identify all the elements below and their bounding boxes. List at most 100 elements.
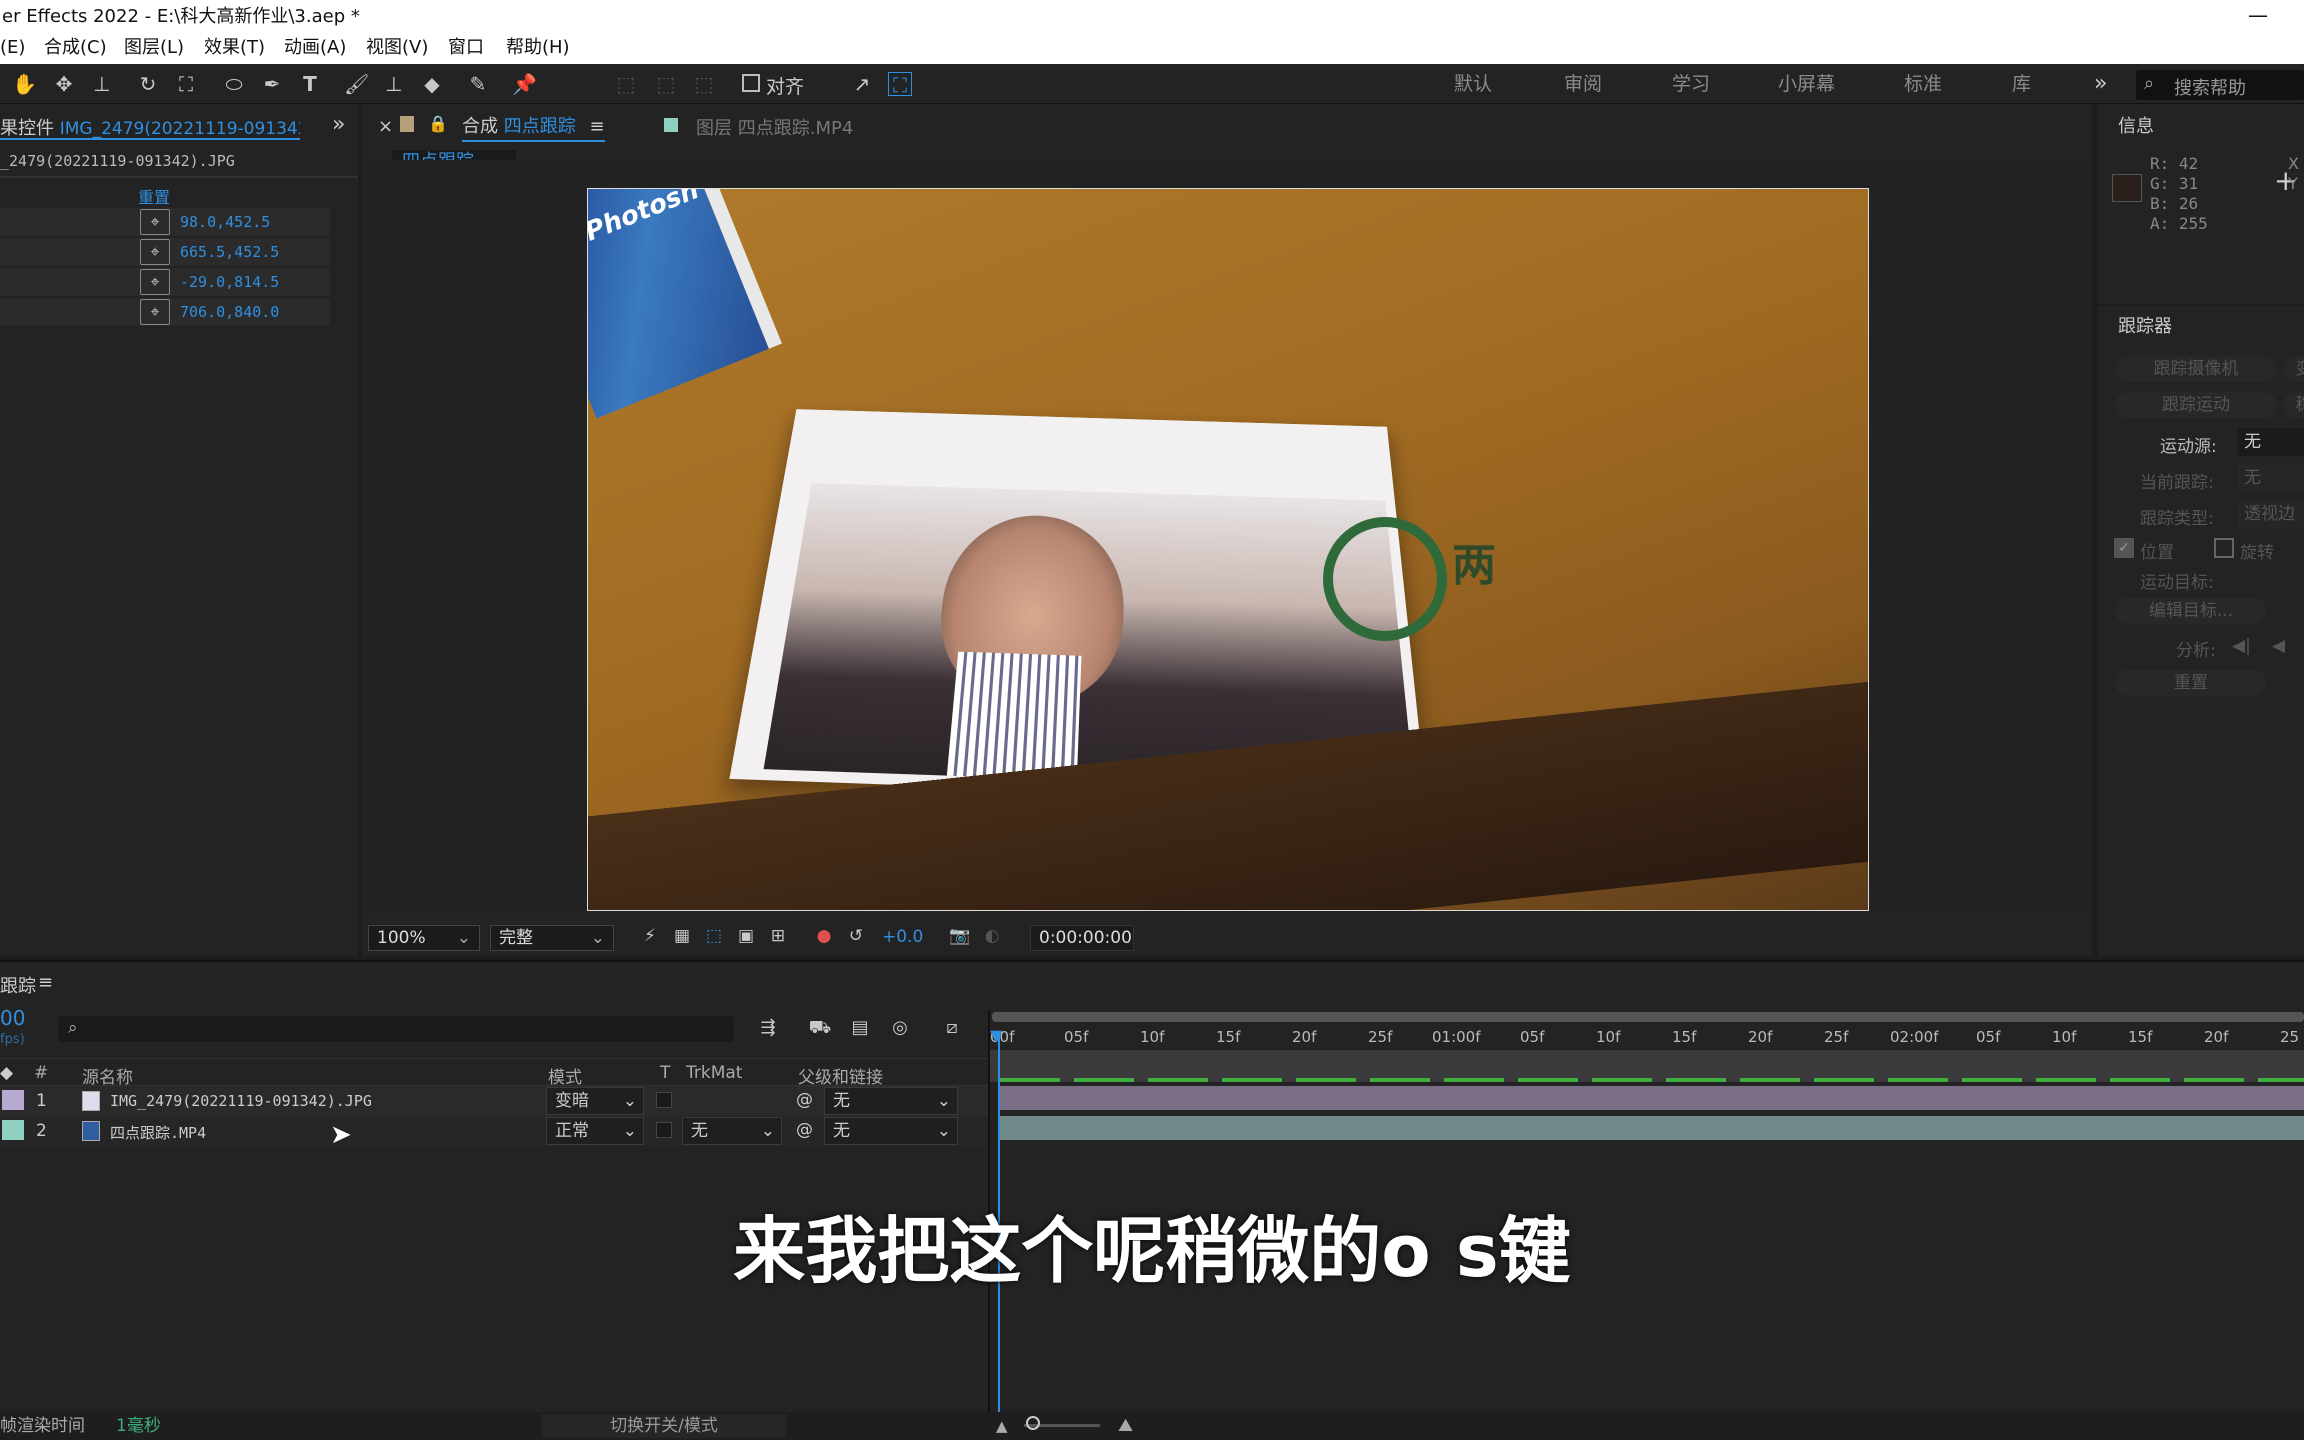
table-row[interactable]: 1 IMG_2479(20221119-091342).JPG 变暗 ⌄ @ 无 ⌄ (0, 1086, 988, 1116)
lock-icon[interactable]: 🔒 (428, 114, 448, 133)
snapshot-icon[interactable]: 📷 (948, 924, 972, 948)
camera-icon[interactable]: ⛶ (174, 72, 198, 96)
mask-visibility-icon[interactable]: ⬚ (702, 924, 726, 948)
blend-mode-dropdown[interactable]: 变暗 ⌄ (546, 1087, 644, 1115)
layer-tab[interactable]: 图层 四点跟踪.MP4 (696, 114, 853, 140)
axis-view-icon[interactable]: ⬚ (692, 72, 716, 96)
rotate-icon[interactable]: ↻ (136, 72, 160, 96)
pan-behind-icon[interactable]: ✥ (52, 72, 76, 96)
workspace-library[interactable]: 库 (2012, 64, 2031, 104)
layer-duration-bar[interactable] (1000, 1116, 2304, 1140)
preserve-transparency-toggle[interactable] (656, 1092, 672, 1108)
blend-mode-dropdown[interactable]: 正常 ⌄ (546, 1117, 644, 1145)
axis-local-icon[interactable]: ⬚ (614, 72, 638, 96)
pickwhip-icon[interactable]: @ (796, 1120, 813, 1140)
crosshair-icon[interactable]: ⌖ (140, 269, 170, 295)
parent-dropdown[interactable]: 无 ⌄ (824, 1117, 958, 1145)
workspace-default[interactable]: 默认 (1454, 64, 1492, 104)
region-of-interest-icon[interactable]: ▣ (734, 924, 758, 948)
stabilize-motion-button[interactable]: 稳 (2284, 392, 2304, 418)
corner-value[interactable]: -29.0,814.5 (180, 273, 279, 291)
menu-composition[interactable]: 合成(C) (44, 34, 107, 62)
rotation-checkbox[interactable] (2214, 538, 2234, 558)
layer-color-label[interactable] (2, 1120, 24, 1140)
layer-color-label[interactable] (2, 1090, 24, 1110)
menu-help[interactable]: 帮助(H) (506, 34, 570, 62)
time-ruler[interactable]: 00f 05f 10f 15f 20f 25f 01:00f 05f 10f 1… (990, 1010, 2304, 1050)
track-type-dropdown[interactable]: 透视边 (2238, 500, 2304, 528)
layer-duration-bar[interactable] (1000, 1086, 2304, 1110)
search-help-field[interactable]: ⌕ 搜索帮助 (2136, 70, 2304, 100)
workspace-learn[interactable]: 学习 (1672, 64, 1710, 104)
close-tab-icon[interactable]: × (378, 116, 393, 137)
work-area-bar[interactable] (992, 1012, 2304, 1022)
more-workspaces-icon[interactable]: » (2094, 64, 2107, 104)
preserve-transparency-toggle[interactable] (656, 1122, 672, 1138)
tracker-reset-button[interactable]: 重置 (2116, 670, 2266, 696)
current-track-dropdown[interactable]: 无 (2238, 464, 2304, 492)
exposure-value[interactable]: +0.0 (882, 927, 923, 947)
snap-icon[interactable]: ⛶ (888, 72, 912, 97)
effect-controls-tab[interactable]: 果控件 IMG_2479(20221119-091342).JP( (0, 114, 300, 140)
ellipse-tool-icon[interactable]: ⬭ (222, 72, 246, 96)
analyze-back-icon[interactable]: ◀| (2232, 636, 2251, 656)
parent-dropdown[interactable]: 无 ⌄ (824, 1087, 958, 1115)
panel-menu-icon[interactable]: ≡ (38, 972, 53, 993)
toggle-switches-modes-button[interactable]: 切换开关/模式 (542, 1414, 786, 1438)
corner-value[interactable]: 665.5,452.5 (180, 243, 279, 261)
zoom-in-icon[interactable]: ⛰ (1118, 1412, 1133, 1440)
menu-edit[interactable]: (E) (0, 34, 25, 62)
panel-menu-icon[interactable]: ≡ (589, 116, 604, 137)
zoom-dropdown[interactable]: 100% ⌄ (368, 925, 480, 951)
workspace-small-screen[interactable]: 小屏幕 (1778, 64, 1835, 104)
corner-value[interactable]: 98.0,452.5 (180, 213, 270, 231)
zoom-slider-handle[interactable] (1026, 1416, 1040, 1430)
menu-animation[interactable]: 动画(A) (284, 34, 346, 62)
menu-effect[interactable]: 效果(T) (204, 34, 265, 62)
expand-icon[interactable]: ↗ (850, 72, 874, 96)
crosshair-icon[interactable]: ⌖ (140, 209, 170, 235)
edit-target-button[interactable]: 编辑目标... (2116, 598, 2266, 624)
corner-value[interactable]: 706.0,840.0 (180, 303, 279, 321)
show-snapshot-icon[interactable]: ◐ (980, 924, 1004, 948)
shy-layers-icon[interactable]: ▤ (848, 1016, 872, 1040)
pickwhip-icon[interactable]: @ (796, 1090, 813, 1110)
resolution-dropdown[interactable]: 完整 ⌄ (490, 925, 614, 951)
workspace-review[interactable]: 审阅 (1564, 64, 1602, 104)
puppet-pin-icon[interactable]: 📌 (512, 72, 537, 96)
text-tool-icon[interactable]: T (298, 72, 322, 96)
brush-tool-icon[interactable]: 🖌 (344, 72, 369, 96)
eraser-tool-icon[interactable]: ◆ (420, 72, 444, 96)
warp-stabilizer-button[interactable]: 变 (2284, 356, 2304, 382)
graph-editor-icon[interactable]: ⧄ (940, 1016, 964, 1040)
analyze-backward-icon[interactable]: ◀ (2272, 636, 2285, 656)
footage-frame[interactable]: Photosh 两 (587, 188, 1869, 911)
position-checkbox[interactable]: ✓ (2114, 538, 2134, 558)
layer-name[interactable]: 四点跟踪.MP4 (110, 1122, 206, 1143)
guides-icon[interactable]: ⊞ (766, 924, 790, 948)
reset-exposure-icon[interactable]: ↺ (844, 924, 868, 948)
current-time-display[interactable]: 0:00:00:00 (1030, 925, 1134, 951)
workspace-standard[interactable]: 标准 (1904, 64, 1942, 104)
comp-tab[interactable]: 合成 四点跟踪 ≡ (462, 112, 605, 142)
motion-source-dropdown[interactable]: 无 (2238, 428, 2304, 456)
menu-window[interactable]: 窗口 (448, 34, 484, 62)
layer-search-input[interactable]: ⌕ (58, 1016, 734, 1042)
draft-3d-icon[interactable]: ⛟ (808, 1016, 832, 1040)
track-motion-button[interactable]: 跟踪运动 (2116, 392, 2276, 418)
crosshair-icon[interactable]: ⌖ (140, 299, 170, 325)
comp-mini-flowchart-icon[interactable]: ⇶ (756, 1016, 780, 1040)
table-row[interactable]: 2 四点跟踪.MP4 正常 ⌄ 无 ⌄ @ 无 ⌄ (0, 1116, 988, 1146)
align-checkbox[interactable] (742, 74, 760, 92)
layer-name[interactable]: IMG_2479(20221119-091342).JPG (110, 1092, 372, 1110)
pen-tool-icon[interactable]: ✒ (260, 72, 284, 96)
anchor-icon[interactable]: ⊥ (90, 72, 114, 96)
playhead-handle-icon[interactable]: ▼ (990, 1026, 1002, 1045)
transparency-grid-icon[interactable]: ▦ (670, 924, 694, 948)
axis-world-icon[interactable]: ⬚ (654, 72, 678, 96)
roto-brush-icon[interactable]: ✎ (466, 72, 490, 96)
fast-preview-icon[interactable]: ⚡ (638, 924, 662, 948)
track-matte-dropdown[interactable]: 无 ⌄ (682, 1117, 782, 1145)
panel-expand-icon[interactable]: » (332, 112, 345, 137)
motion-blur-icon[interactable]: ◎ (888, 1016, 912, 1040)
